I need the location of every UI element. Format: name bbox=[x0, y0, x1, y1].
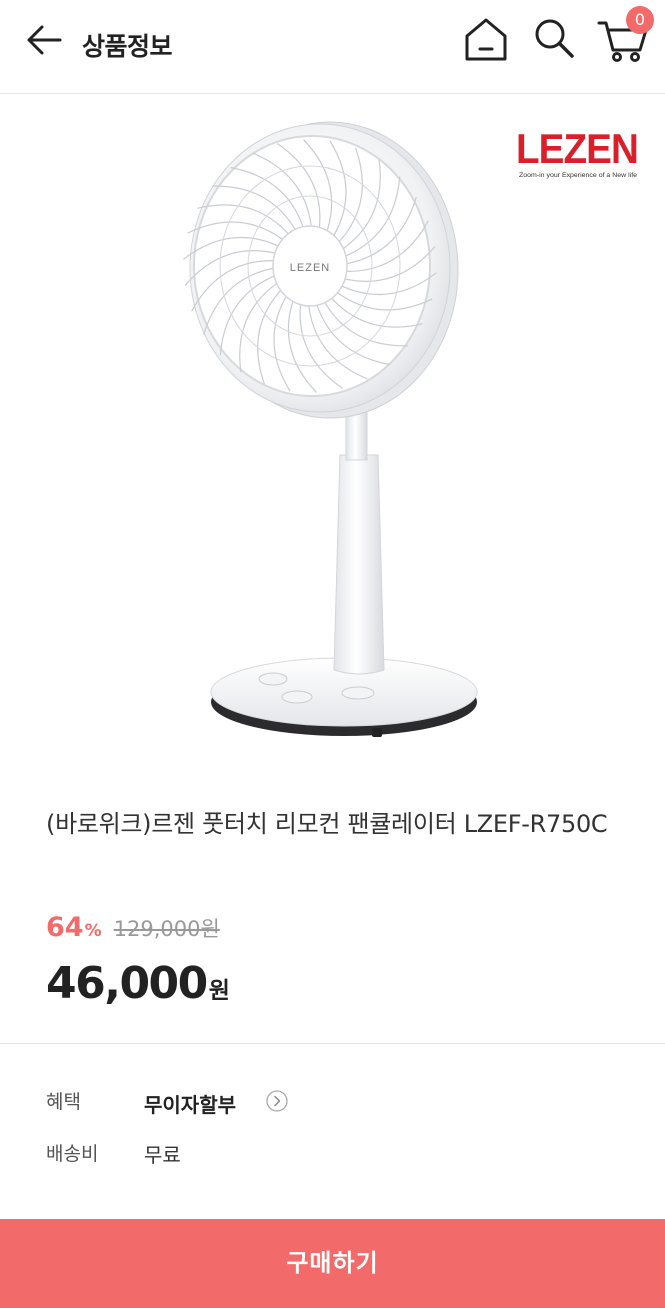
discount-row: 64 % 129,000원 bbox=[46, 912, 220, 952]
product-name: (바로위크)르젠 풋터치 리모컨 팬큘레이터 LZEF-R750C bbox=[46, 810, 608, 838]
chevron-right-circle-icon bbox=[266, 1090, 288, 1112]
shipping-value: 무료 bbox=[144, 1143, 181, 1167]
sale-price-row: 46,000 원 bbox=[46, 958, 230, 1009]
original-price: 129,000원 bbox=[113, 917, 220, 941]
brand-logo-text: LEZEN bbox=[516, 125, 638, 172]
home-icon bbox=[465, 18, 507, 61]
back-button[interactable] bbox=[22, 22, 66, 58]
page-title: 상품정보 bbox=[82, 32, 173, 61]
fan-illustration: LEZEN bbox=[183, 121, 478, 737]
sale-price: 46,000 bbox=[46, 958, 208, 1009]
search-icon bbox=[535, 19, 574, 58]
sale-price-unit: 원 bbox=[208, 978, 230, 1004]
brand-tagline: Zoom-in your Experience of a New life bbox=[519, 172, 637, 179]
home-button[interactable] bbox=[462, 16, 510, 64]
arrow-left-icon bbox=[27, 25, 62, 55]
discount-unit: % bbox=[84, 921, 102, 941]
search-button[interactable] bbox=[530, 14, 578, 62]
benefit-value[interactable]: 무이자할부 bbox=[144, 1089, 236, 1118]
cart-count-badge: 0 bbox=[626, 6, 654, 34]
discount-rate: 64 bbox=[46, 912, 84, 943]
app-header: 상품정보 0 bbox=[0, 0, 665, 94]
benefit-detail-button[interactable] bbox=[266, 1090, 288, 1112]
fan-center-logo: LEZEN bbox=[290, 262, 330, 274]
product-image: LEZEN LEZEN Zoom-in your Experience of a… bbox=[0, 95, 665, 785]
section-divider bbox=[0, 1043, 665, 1044]
shipping-label: 배송비 bbox=[46, 1143, 99, 1165]
benefit-label: 혜택 bbox=[46, 1091, 81, 1113]
brand-logo: LEZEN Zoom-in your Experience of a New l… bbox=[512, 124, 642, 180]
buy-button[interactable]: 구매하기 bbox=[0, 1219, 665, 1308]
